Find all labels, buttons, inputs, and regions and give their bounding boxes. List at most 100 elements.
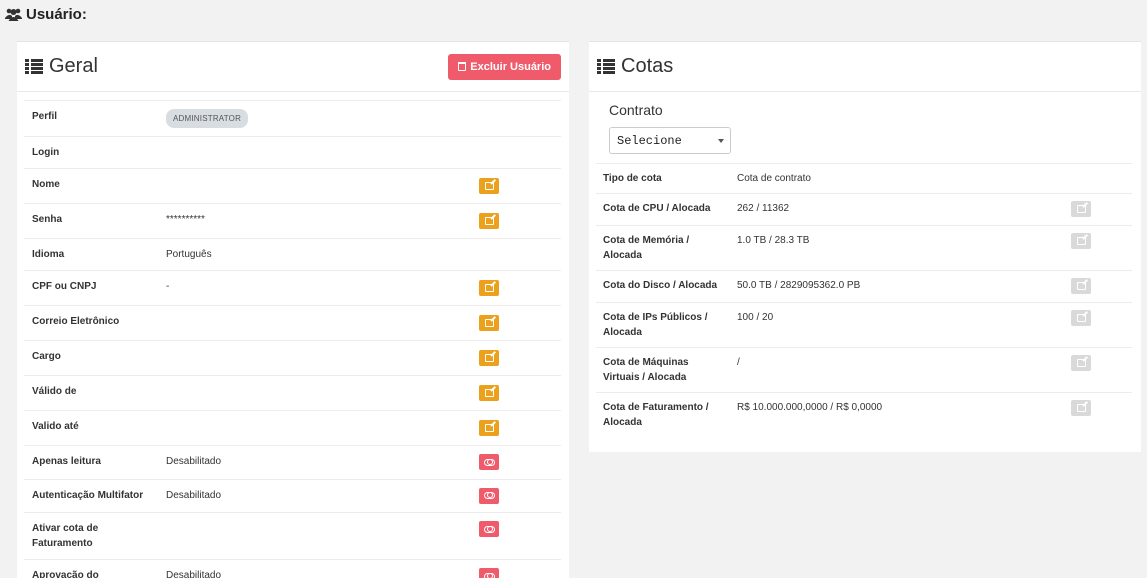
- general-row: Apenas leitura Desabilitado: [24, 445, 561, 479]
- edit-icon: [484, 354, 494, 362]
- general-title: Geral: [25, 55, 98, 78]
- general-row-label: Idioma: [24, 238, 158, 271]
- contract-select-value: Selecione: [617, 133, 682, 148]
- toggle-off-icon: [483, 525, 495, 533]
- edit-button[interactable]: [479, 213, 499, 229]
- general-action-cell: [471, 375, 561, 411]
- general-row-value: Desabilitado: [158, 559, 471, 578]
- quota-action-cell: [1064, 193, 1132, 226]
- general-row-value: [158, 305, 471, 341]
- edit-icon: [484, 284, 494, 292]
- general-row: Cargo: [24, 340, 561, 376]
- quota-row-label: Cota de Máquinas Virtuais / Alocada: [596, 347, 730, 393]
- edit-button[interactable]: [479, 280, 499, 296]
- quota-row-value: 100 / 20: [730, 302, 1064, 348]
- quota-row: Cota de CPU / Alocada 262 / 11362: [596, 193, 1132, 226]
- quota-row: Cota do Disco / Alocada 50.0 TB / 2829095…: [596, 270, 1132, 303]
- trash-icon: [458, 62, 467, 71]
- quota-row-label: Cota de Faturamento / Alocada: [596, 392, 730, 437]
- quota-row: Cota de Memória / Alocada 1.0 TB / 28.3 T…: [596, 225, 1132, 271]
- general-row: Autenticação Multifator Desabilitado: [24, 478, 561, 513]
- toggle-button[interactable]: [479, 521, 499, 537]
- edit-button[interactable]: [479, 350, 499, 366]
- quota-row-label: Tipo de cota: [596, 163, 730, 194]
- edit-button[interactable]: [1071, 310, 1091, 326]
- toggle-button[interactable]: [479, 487, 499, 504]
- general-row-value: [158, 136, 471, 169]
- edit-icon: [1076, 237, 1086, 245]
- delete-user-label: Excluir Usuário: [470, 60, 551, 73]
- list-icon: [597, 59, 615, 74]
- general-row: Aprovação do administradorDesabilitado: [24, 559, 561, 578]
- general-row-value: [158, 375, 471, 411]
- contract-label: Contrato: [609, 102, 663, 118]
- users-icon: [5, 8, 22, 21]
- edit-button[interactable]: [1071, 233, 1091, 249]
- list-icon: [25, 59, 43, 74]
- role-badge: ADMINISTRATOR: [166, 109, 249, 128]
- delete-user-button[interactable]: Excluir Usuário: [448, 53, 561, 80]
- toggle-off-icon: [483, 458, 495, 466]
- edit-button[interactable]: [479, 420, 499, 436]
- general-action-cell: [471, 512, 561, 560]
- general-row-label: Nome: [24, 168, 158, 204]
- page-header: Usuário:: [5, 6, 87, 23]
- general-row: Senha **********: [24, 203, 561, 239]
- general-row-label: Senha: [24, 203, 158, 239]
- quota-action-cell: [1064, 225, 1132, 271]
- quota-action-cell: [1064, 270, 1132, 303]
- general-row-label: Login: [24, 136, 158, 169]
- quota-action-cell: [1064, 392, 1132, 437]
- edit-button[interactable]: [1071, 201, 1091, 217]
- quota-row-value: 262 / 11362: [730, 193, 1064, 226]
- general-row-value: ADMINISTRATOR: [158, 100, 471, 137]
- quota-row-value: 50.0 TB / 2829095362.0 PB: [730, 270, 1064, 303]
- quota-row-value: 1.0 TB / 28.3 TB: [730, 225, 1064, 271]
- edit-button[interactable]: [479, 315, 499, 331]
- general-row: Válido de: [24, 375, 561, 411]
- quotas-panel: Cotas Contrato Selecione Tipo de cota Cot…: [589, 41, 1141, 452]
- toggle-button[interactable]: [479, 454, 499, 470]
- general-row-value: [158, 512, 471, 560]
- quota-row-label: Cota de Memória / Alocada: [596, 225, 730, 271]
- general-title-text: Geral: [49, 55, 98, 77]
- quota-row: Cota de Faturamento / Alocada R$ 10.000.0…: [596, 392, 1132, 437]
- general-row-label: Cargo: [24, 340, 158, 376]
- toggle-off-icon: [483, 492, 495, 499]
- general-row-label: Apenas leitura: [24, 445, 158, 479]
- toggle-button[interactable]: [479, 568, 499, 578]
- quota-action-cell: [1064, 302, 1132, 348]
- general-row-value: [158, 410, 471, 446]
- edit-icon: [1076, 205, 1086, 213]
- general-action-cell: [471, 478, 561, 513]
- quota-row: Cota de Máquinas Virtuais / Alocada /: [596, 347, 1132, 393]
- general-row: Login: [24, 136, 561, 169]
- edit-icon: [484, 182, 494, 190]
- quota-row-value: Cota de contrato: [730, 163, 1064, 194]
- contract-select[interactable]: Selecione: [609, 127, 731, 154]
- general-panel: Geral Excluir Usuário Perfil ADMINISTRATO…: [17, 41, 569, 578]
- quota-row-value: /: [730, 347, 1064, 393]
- general-action-cell: [471, 305, 561, 341]
- general-row-value: Desabilitado: [158, 478, 471, 513]
- edit-icon: [484, 319, 494, 327]
- quotas-title-text: Cotas: [621, 55, 674, 77]
- edit-icon: [484, 217, 494, 225]
- general-panel-header: Geral Excluir Usuário: [17, 42, 569, 92]
- edit-icon: [484, 424, 494, 432]
- edit-button[interactable]: [1071, 355, 1091, 371]
- edit-button[interactable]: [1071, 278, 1091, 294]
- general-row: Valido até: [24, 410, 561, 446]
- general-row-label: Correio Eletrônico: [24, 305, 158, 341]
- general-action-cell: [471, 136, 561, 169]
- general-action-cell: [471, 238, 561, 271]
- general-row-label: Ativar cota de Faturamento: [24, 512, 158, 560]
- general-row-value: Desabilitado: [158, 445, 471, 479]
- toggle-off-icon: [483, 572, 495, 578]
- general-row: Nome: [24, 168, 561, 204]
- quotas-table: Tipo de cota Cota de contrato Cota de CPU …: [596, 163, 1132, 437]
- edit-button[interactable]: [1071, 400, 1091, 416]
- general-row-label: Perfil: [24, 100, 158, 137]
- edit-button[interactable]: [479, 178, 499, 194]
- edit-button[interactable]: [479, 385, 499, 401]
